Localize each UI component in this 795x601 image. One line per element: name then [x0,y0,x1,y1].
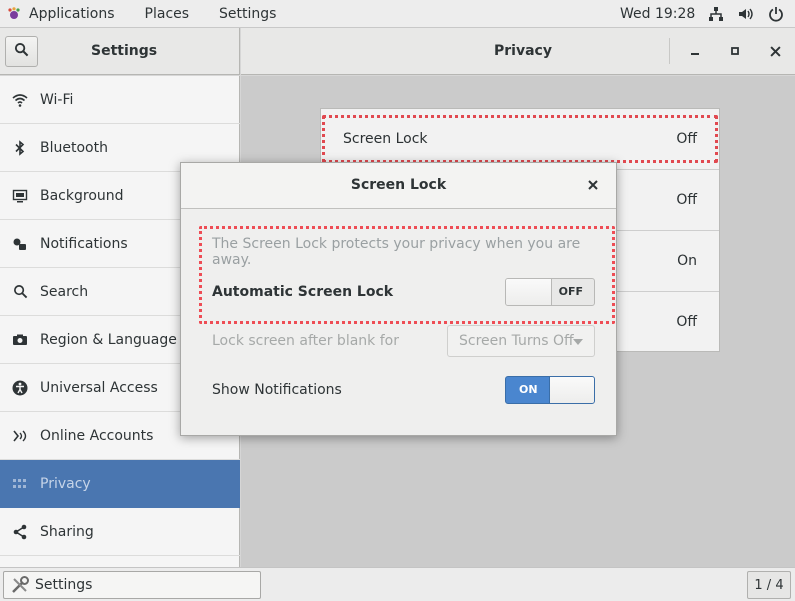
taskbar-settings-window[interactable]: Settings [3,571,261,599]
dialog-title: Screen Lock [350,177,447,193]
notifications-icon [10,234,30,254]
sharing-icon [10,522,30,542]
power-icon[interactable] [767,5,785,23]
show-notifications-switch[interactable]: ON [505,376,595,404]
workspace-pager[interactable]: 1 / 4 [747,571,791,599]
show-notifications-label: Show Notifications [212,382,342,398]
privacy-row-value: Off [676,131,697,147]
automatic-screen-lock-switch[interactable]: OFF [505,278,595,306]
dialog-header: Screen Lock [181,163,616,209]
sidebar-item-label: Search [40,283,89,300]
wifi-icon [10,90,30,110]
maximize-button[interactable] [725,41,745,61]
sidebar-item-label: Online Accounts [40,427,154,444]
chevron-down-icon [573,339,583,345]
lock-after-label: Lock screen after blank for [212,333,399,349]
sidebar-item-label: Privacy [40,476,91,492]
sidebar-item-label: Universal Access [40,379,158,396]
settings-tools-icon [9,574,31,596]
close-icon [588,180,598,190]
search-icon [14,42,29,61]
close-button[interactable] [765,41,785,61]
sidebar-item-label: Bluetooth [40,139,108,156]
header-separator [669,38,670,64]
applications-menu[interactable]: Applications [0,6,145,22]
bluetooth-icon [10,138,30,158]
dialog-description: The Screen Lock protects your privacy wh… [212,236,581,268]
taskbar: Settings 1 / 4 [0,567,795,601]
sidebar-item-sharing[interactable]: Sharing [0,508,240,556]
universal-access-icon [10,378,30,398]
applications-menu-label[interactable]: Applications [29,6,115,22]
gnome-foot-icon [6,6,22,22]
switch-state: OFF [558,285,583,298]
taskbar-settings-label: Settings [35,577,93,593]
screen-lock-dialog: Screen Lock The Screen Lock protects you… [180,162,617,436]
settings-menu[interactable]: Settings [219,6,276,22]
switch-knob [506,279,552,305]
clock[interactable]: Wed 19:28 [620,6,695,22]
panel-header: Privacy [241,28,795,75]
automatic-screen-lock-label: Automatic Screen Lock [212,284,394,300]
sidebar-item-label: Notifications [40,235,128,252]
privacy-row-value: Off [676,314,697,330]
system-tray[interactable] [707,5,785,23]
privacy-icon [10,474,30,494]
privacy-row-value: On [677,253,697,269]
panel-title: Privacy [494,43,552,59]
network-icon[interactable] [707,5,725,23]
region-icon [10,330,30,350]
lock-after-dropdown[interactable]: Screen Turns Off [447,325,595,357]
online-accounts-icon [10,426,30,446]
sidebar-item-wifi[interactable]: Wi-Fi [0,76,240,124]
minimize-button[interactable] [685,41,705,61]
top-bar: Applications Places Settings Wed 19:28 [0,0,795,28]
background-icon [10,186,30,206]
sidebar-header: Settings [0,28,240,75]
search-button[interactable] [5,36,38,67]
sidebar-item-privacy[interactable]: Privacy [0,460,240,508]
places-menu[interactable]: Places [145,6,190,22]
privacy-row-value: Off [676,192,697,208]
sidebar-title: Settings [91,43,158,59]
switch-state: ON [519,383,538,396]
search-icon [10,282,30,302]
sidebar-item-label: Wi-Fi [40,91,74,108]
dialog-close-button[interactable] [584,176,602,194]
switch-knob [549,377,594,403]
lock-after-value: Screen Turns Off [459,333,574,349]
sidebar-item-label: Region & Language [40,331,177,348]
privacy-row-label: Screen Lock [343,131,428,147]
sidebar-item-label: Background [40,187,124,204]
privacy-row-screen-lock[interactable]: Screen Lock Off [321,109,719,170]
sidebar-item-label: Sharing [40,523,94,540]
volume-icon[interactable] [737,5,755,23]
